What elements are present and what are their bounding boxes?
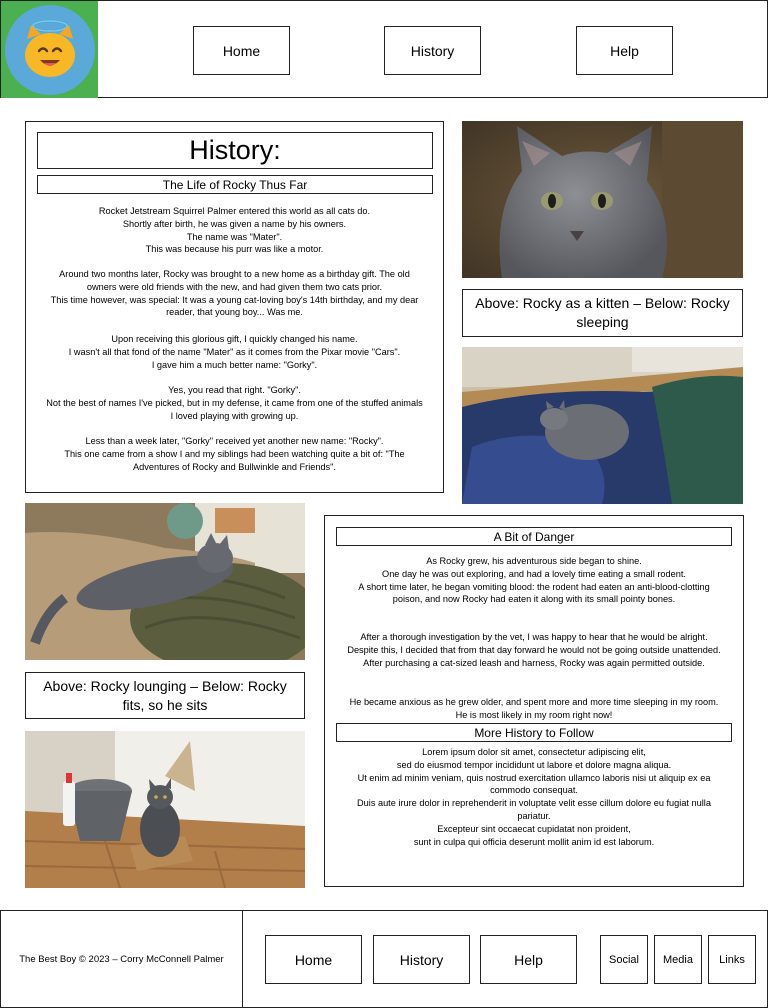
nav-history-button[interactable]: History — [384, 26, 481, 75]
site-logo[interactable] — [1, 1, 98, 98]
danger-title-text: A Bit of Danger — [493, 529, 575, 544]
footer-links-link[interactable]: Links — [708, 935, 756, 984]
history-line: Shortly after birth, he was given a name… — [122, 218, 347, 229]
history-paragraph: Yes, you read that right. "Gorky". Not t… — [30, 384, 439, 422]
danger-line: poison, and now Rocky had eaten it along… — [392, 594, 676, 605]
history-line: Rocket Jetstream Squirrel Palmer entered… — [98, 206, 371, 216]
more-line: sed do eiusmod tempor incididunt ut labo… — [396, 759, 672, 770]
sleeping-photo — [462, 347, 743, 504]
more-history-title-text: More History to Follow — [474, 725, 594, 740]
history-paragraph: Around two months later, Rocky was broug… — [30, 268, 439, 319]
history-line: This was because his purr was like a mot… — [145, 244, 324, 255]
danger-line: Despite this, I decided that from that d… — [347, 644, 721, 655]
site-footer: The Best Boy © 2023 – Corry McConnell Pa… — [0, 910, 768, 1008]
history-line: Yes, you read that right. "Gorky". — [168, 385, 301, 395]
history-line: This one came from a show I and my sibli… — [64, 448, 405, 459]
footer-social-label: Social — [609, 953, 639, 966]
page-title: History: — [37, 132, 433, 169]
danger-line: One day he was out exploring, and had a … — [382, 568, 686, 579]
history-line: reader, that young boy... Was me. — [166, 307, 303, 318]
footer-history-button[interactable]: History — [373, 935, 470, 984]
footer-copyright: The Best Boy © 2023 – Corry McConnell Pa… — [1, 911, 243, 1007]
more-line: Excepteur sint occaecat cupidatat non pr… — [437, 823, 631, 834]
footer-media-label: Media — [663, 953, 693, 966]
history-paragraph: Less than a week later, "Gorky" received… — [30, 435, 439, 473]
danger-line: After a thorough investigation by the ve… — [360, 632, 708, 642]
history-line: This time however, was special: It was a… — [50, 294, 419, 305]
history-line: Upon receiving this glorious gift, I qui… — [111, 334, 358, 344]
history-line: I wasn't all that fond of the name "Mate… — [68, 346, 401, 357]
lounging-caption-text: Above: Rocky lounging – Below: Rocky fit… — [43, 677, 287, 713]
danger-title: A Bit of Danger — [336, 527, 732, 546]
nav-home-button[interactable]: Home — [193, 26, 290, 75]
history-line: Not the best of names I've picked, but i… — [46, 397, 423, 408]
history-line: Around two months later, Rocky was broug… — [59, 269, 410, 279]
footer-history-label: History — [399, 951, 444, 968]
nav-help-button[interactable]: Help — [576, 26, 673, 75]
kitten-photo — [462, 121, 743, 278]
history-line: owners were old friends with the new, an… — [86, 281, 383, 292]
more-history-paragraph: Lorem ipsum dolor sit amet, consectetur … — [329, 746, 739, 848]
footer-links-label: Links — [719, 953, 745, 966]
footer-home-button[interactable]: Home — [265, 935, 362, 984]
danger-line: He is most likely in my room right now! — [455, 709, 613, 720]
footer-help-button[interactable]: Help — [480, 935, 577, 984]
footer-copyright-text: The Best Boy © 2023 – Corry McConnell Pa… — [19, 953, 224, 965]
history-line: I gave him a much better name: "Gorky". — [151, 359, 318, 370]
danger-line: After purchasing a cat-sized leash and h… — [363, 657, 705, 668]
more-line: Ut enim ad minim veniam, quis nostrud ex… — [357, 772, 711, 783]
danger-paragraph: After a thorough investigation by the ve… — [329, 631, 739, 669]
site-header: Home History Help — [0, 0, 768, 98]
danger-paragraph: As Rocky grew, his adventurous side bega… — [329, 555, 739, 606]
more-line: commodo consequat. — [490, 785, 578, 796]
more-line: pariatur. — [517, 810, 551, 821]
footer-social-link[interactable]: Social — [600, 935, 648, 984]
danger-panel: A Bit of Danger As Rocky grew, his adven… — [324, 515, 744, 887]
footer-home-label: Home — [294, 951, 333, 968]
danger-line: He became anxious as he grew older, and … — [349, 697, 719, 707]
nav-history-label: History — [410, 42, 455, 59]
history-panel: History: The Life of Rocky Thus Far Rock… — [25, 121, 444, 493]
history-line: Adventures of Rocky and Bullwinkle and F… — [133, 461, 336, 472]
footer-help-label: Help — [514, 951, 543, 968]
lounging-photo — [25, 503, 305, 660]
more-line: Duis aute irure dolor in reprehenderit i… — [357, 798, 711, 809]
more-line: sunt in culpa qui officia deserunt molli… — [413, 836, 655, 847]
kitten-caption-text: Above: Rocky as a kitten – Below: Rocky … — [475, 295, 730, 330]
more-line: Lorem ipsum dolor sit amet, consectetur … — [422, 747, 646, 757]
kitten-caption: Above: Rocky as a kitten – Below: Rocky … — [462, 289, 743, 337]
more-history-title: More History to Follow — [336, 723, 732, 742]
page-title-text: History: — [189, 135, 281, 165]
danger-line: A short time later, he began vomiting bl… — [358, 581, 710, 592]
history-line: The name was "Mater". — [186, 231, 283, 242]
nav-help-label: Help — [610, 42, 639, 59]
danger-line: As Rocky grew, his adventurous side bega… — [426, 556, 642, 566]
nav-home-label: Home — [222, 42, 261, 59]
history-paragraph: Upon receiving this glorious gift, I qui… — [30, 333, 439, 371]
history-subtitle: The Life of Rocky Thus Far — [37, 175, 433, 194]
danger-paragraph: He became anxious as he grew older, and … — [329, 696, 739, 722]
history-subtitle-text: The Life of Rocky Thus Far — [162, 177, 308, 192]
footer-media-link[interactable]: Media — [654, 935, 702, 984]
history-line: I loved playing with growing up. — [170, 410, 299, 421]
sits-photo — [25, 731, 305, 888]
lounging-caption: Above: Rocky lounging – Below: Rocky fit… — [25, 672, 305, 719]
history-paragraph: Rocket Jetstream Squirrel Palmer entered… — [30, 205, 439, 256]
smiling-cat-with-halo-icon — [4, 4, 95, 95]
history-line: Less than a week later, "Gorky" received… — [85, 436, 384, 446]
